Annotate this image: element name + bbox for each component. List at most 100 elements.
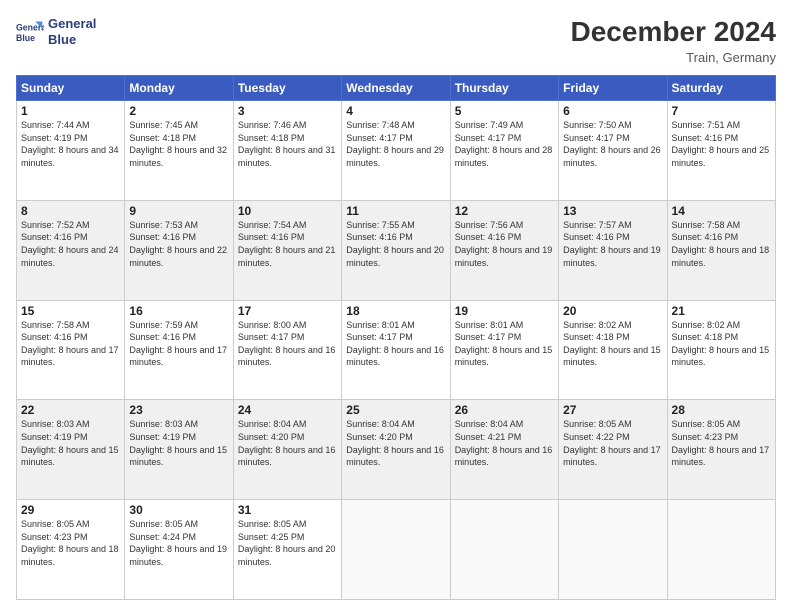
day-number: 10 <box>238 204 337 218</box>
day-info: Sunrise: 8:02 AMSunset: 4:18 PMDaylight:… <box>563 320 661 368</box>
calendar-cell: 28 Sunrise: 8:05 AMSunset: 4:23 PMDaylig… <box>667 400 775 500</box>
day-number: 30 <box>129 503 228 517</box>
day-number: 25 <box>346 403 445 417</box>
header: General Blue General Blue December 2024 … <box>16 16 776 65</box>
day-info: Sunrise: 8:05 AMSunset: 4:25 PMDaylight:… <box>238 519 336 567</box>
day-header-sunday: Sunday <box>17 76 125 101</box>
day-number: 21 <box>672 304 771 318</box>
day-number: 17 <box>238 304 337 318</box>
day-number: 20 <box>563 304 662 318</box>
calendar-cell: 10 Sunrise: 7:54 AMSunset: 4:16 PMDaylig… <box>233 200 341 300</box>
calendar-cell: 2 Sunrise: 7:45 AMSunset: 4:18 PMDayligh… <box>125 101 233 201</box>
calendar-cell: 7 Sunrise: 7:51 AMSunset: 4:16 PMDayligh… <box>667 101 775 201</box>
calendar-cell: 24 Sunrise: 8:04 AMSunset: 4:20 PMDaylig… <box>233 400 341 500</box>
calendar-cell: 11 Sunrise: 7:55 AMSunset: 4:16 PMDaylig… <box>342 200 450 300</box>
day-number: 4 <box>346 104 445 118</box>
calendar-cell: 29 Sunrise: 8:05 AMSunset: 4:23 PMDaylig… <box>17 500 125 600</box>
day-header-monday: Monday <box>125 76 233 101</box>
calendar-cell: 17 Sunrise: 8:00 AMSunset: 4:17 PMDaylig… <box>233 300 341 400</box>
calendar-cell: 23 Sunrise: 8:03 AMSunset: 4:19 PMDaylig… <box>125 400 233 500</box>
day-info: Sunrise: 7:58 AMSunset: 4:16 PMDaylight:… <box>21 320 119 368</box>
title-block: December 2024 Train, Germany <box>571 16 776 65</box>
calendar-cell: 1 Sunrise: 7:44 AMSunset: 4:19 PMDayligh… <box>17 101 125 201</box>
day-info: Sunrise: 7:44 AMSunset: 4:19 PMDaylight:… <box>21 120 119 168</box>
day-info: Sunrise: 8:03 AMSunset: 4:19 PMDaylight:… <box>21 419 119 467</box>
day-number: 11 <box>346 204 445 218</box>
calendar-cell <box>450 500 558 600</box>
calendar-cell <box>559 500 667 600</box>
day-header-wednesday: Wednesday <box>342 76 450 101</box>
day-number: 16 <box>129 304 228 318</box>
day-header-thursday: Thursday <box>450 76 558 101</box>
day-info: Sunrise: 8:05 AMSunset: 4:24 PMDaylight:… <box>129 519 227 567</box>
day-info: Sunrise: 7:54 AMSunset: 4:16 PMDaylight:… <box>238 220 336 268</box>
calendar-cell: 12 Sunrise: 7:56 AMSunset: 4:16 PMDaylig… <box>450 200 558 300</box>
day-info: Sunrise: 7:48 AMSunset: 4:17 PMDaylight:… <box>346 120 444 168</box>
day-info: Sunrise: 8:03 AMSunset: 4:19 PMDaylight:… <box>129 419 227 467</box>
day-number: 29 <box>21 503 120 517</box>
day-info: Sunrise: 7:53 AMSunset: 4:16 PMDaylight:… <box>129 220 227 268</box>
day-number: 2 <box>129 104 228 118</box>
calendar-cell: 16 Sunrise: 7:59 AMSunset: 4:16 PMDaylig… <box>125 300 233 400</box>
svg-text:Blue: Blue <box>16 32 35 42</box>
day-number: 1 <box>21 104 120 118</box>
day-info: Sunrise: 8:02 AMSunset: 4:18 PMDaylight:… <box>672 320 770 368</box>
calendar-cell: 14 Sunrise: 7:58 AMSunset: 4:16 PMDaylig… <box>667 200 775 300</box>
calendar-cell: 13 Sunrise: 7:57 AMSunset: 4:16 PMDaylig… <box>559 200 667 300</box>
day-number: 26 <box>455 403 554 417</box>
calendar-cell: 18 Sunrise: 8:01 AMSunset: 4:17 PMDaylig… <box>342 300 450 400</box>
calendar-cell <box>667 500 775 600</box>
calendar-cell: 27 Sunrise: 8:05 AMSunset: 4:22 PMDaylig… <box>559 400 667 500</box>
logo-icon: General Blue <box>16 18 44 46</box>
day-number: 5 <box>455 104 554 118</box>
calendar-table: SundayMondayTuesdayWednesdayThursdayFrid… <box>16 75 776 600</box>
calendar-cell: 25 Sunrise: 8:04 AMSunset: 4:20 PMDaylig… <box>342 400 450 500</box>
day-number: 22 <box>21 403 120 417</box>
day-info: Sunrise: 7:55 AMSunset: 4:16 PMDaylight:… <box>346 220 444 268</box>
calendar-cell: 4 Sunrise: 7:48 AMSunset: 4:17 PMDayligh… <box>342 101 450 201</box>
day-info: Sunrise: 7:45 AMSunset: 4:18 PMDaylight:… <box>129 120 227 168</box>
calendar-week-1: 1 Sunrise: 7:44 AMSunset: 4:19 PMDayligh… <box>17 101 776 201</box>
day-number: 8 <box>21 204 120 218</box>
page: General Blue General Blue December 2024 … <box>0 0 792 612</box>
day-header-friday: Friday <box>559 76 667 101</box>
calendar-week-2: 8 Sunrise: 7:52 AMSunset: 4:16 PMDayligh… <box>17 200 776 300</box>
calendar-cell: 30 Sunrise: 8:05 AMSunset: 4:24 PMDaylig… <box>125 500 233 600</box>
day-number: 31 <box>238 503 337 517</box>
day-number: 14 <box>672 204 771 218</box>
calendar-cell: 3 Sunrise: 7:46 AMSunset: 4:18 PMDayligh… <box>233 101 341 201</box>
day-number: 3 <box>238 104 337 118</box>
logo: General Blue General Blue <box>16 16 96 47</box>
day-info: Sunrise: 7:52 AMSunset: 4:16 PMDaylight:… <box>21 220 119 268</box>
day-number: 28 <box>672 403 771 417</box>
calendar-cell: 8 Sunrise: 7:52 AMSunset: 4:16 PMDayligh… <box>17 200 125 300</box>
day-number: 18 <box>346 304 445 318</box>
calendar-cell: 9 Sunrise: 7:53 AMSunset: 4:16 PMDayligh… <box>125 200 233 300</box>
calendar-header-row: SundayMondayTuesdayWednesdayThursdayFrid… <box>17 76 776 101</box>
day-number: 13 <box>563 204 662 218</box>
calendar-cell: 19 Sunrise: 8:01 AMSunset: 4:17 PMDaylig… <box>450 300 558 400</box>
day-header-saturday: Saturday <box>667 76 775 101</box>
calendar-cell: 22 Sunrise: 8:03 AMSunset: 4:19 PMDaylig… <box>17 400 125 500</box>
day-info: Sunrise: 8:05 AMSunset: 4:23 PMDaylight:… <box>21 519 119 567</box>
calendar-cell: 21 Sunrise: 8:02 AMSunset: 4:18 PMDaylig… <box>667 300 775 400</box>
calendar-cell: 26 Sunrise: 8:04 AMSunset: 4:21 PMDaylig… <box>450 400 558 500</box>
calendar-week-4: 22 Sunrise: 8:03 AMSunset: 4:19 PMDaylig… <box>17 400 776 500</box>
day-info: Sunrise: 7:51 AMSunset: 4:16 PMDaylight:… <box>672 120 770 168</box>
day-info: Sunrise: 7:49 AMSunset: 4:17 PMDaylight:… <box>455 120 553 168</box>
day-header-tuesday: Tuesday <box>233 76 341 101</box>
day-number: 27 <box>563 403 662 417</box>
location: Train, Germany <box>571 50 776 65</box>
day-info: Sunrise: 8:04 AMSunset: 4:20 PMDaylight:… <box>346 419 444 467</box>
logo-line1: General <box>48 16 96 32</box>
logo-line2: Blue <box>48 32 96 48</box>
calendar-cell: 20 Sunrise: 8:02 AMSunset: 4:18 PMDaylig… <box>559 300 667 400</box>
day-number: 19 <box>455 304 554 318</box>
calendar-cell: 5 Sunrise: 7:49 AMSunset: 4:17 PMDayligh… <box>450 101 558 201</box>
calendar-week-3: 15 Sunrise: 7:58 AMSunset: 4:16 PMDaylig… <box>17 300 776 400</box>
day-info: Sunrise: 7:58 AMSunset: 4:16 PMDaylight:… <box>672 220 770 268</box>
day-number: 6 <box>563 104 662 118</box>
calendar-cell: 6 Sunrise: 7:50 AMSunset: 4:17 PMDayligh… <box>559 101 667 201</box>
day-number: 24 <box>238 403 337 417</box>
day-number: 9 <box>129 204 228 218</box>
